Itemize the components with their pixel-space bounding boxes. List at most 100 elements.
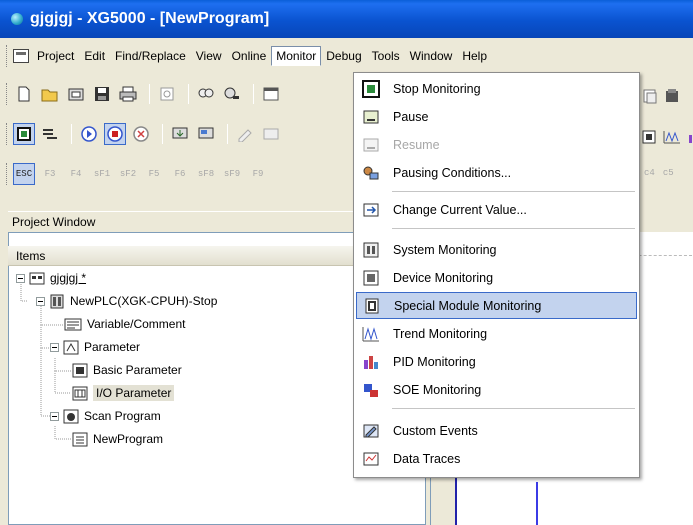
tree-node-parameter[interactable]: Parameter <box>50 337 140 357</box>
menu-item-device-monitoring[interactable]: Device Monitoring <box>356 264 637 291</box>
tree-node-label: I/O Parameter <box>93 385 175 401</box>
system-monitoring-icon <box>359 242 383 258</box>
menu-bar: Project Edit Find/Replace View Online Mo… <box>0 38 693 74</box>
menu-separator <box>392 408 635 409</box>
menu-online[interactable]: Online <box>227 46 272 66</box>
save-icon[interactable] <box>91 83 113 105</box>
connect-icon[interactable] <box>39 123 61 145</box>
menu-project[interactable]: Project <box>32 46 79 66</box>
menu-item-label: Trend Monitoring <box>393 326 488 341</box>
tree-node-basic-parameter[interactable]: Basic Parameter <box>72 360 182 380</box>
menu-separator <box>392 228 635 229</box>
tree-node-new-program[interactable]: NewProgram <box>72 429 163 449</box>
menu-item-trend-monitoring[interactable]: Trend Monitoring <box>356 320 637 347</box>
find-replace-icon[interactable] <box>221 83 243 105</box>
collapse-icon[interactable] <box>50 411 59 421</box>
tree-node-variable-comment[interactable]: Variable/Comment <box>64 314 185 334</box>
toolbar-grip <box>6 123 9 145</box>
key-c5-icon[interactable]: c5 <box>663 168 674 178</box>
esc-select-icon[interactable]: ESC <box>13 163 35 185</box>
menu-item-pid-monitoring[interactable]: PID Monitoring <box>356 348 637 375</box>
device-monitoring-icon <box>359 270 383 286</box>
clear-icon[interactable] <box>130 123 152 145</box>
menu-find-replace[interactable]: Find/Replace <box>110 46 191 66</box>
menu-monitor[interactable]: Monitor <box>271 46 322 66</box>
menu-item-custom-events[interactable]: Custom Events <box>356 417 637 444</box>
editor-rung-line <box>536 482 538 525</box>
run-icon[interactable] <box>78 123 100 145</box>
write-disabled-icon <box>260 123 282 145</box>
contact-b-icon[interactable]: F4 <box>65 163 87 185</box>
new-file-icon[interactable] <box>13 83 35 105</box>
function-icon[interactable]: F9 <box>247 163 269 185</box>
print-icon[interactable] <box>117 83 139 105</box>
collapse-icon[interactable] <box>36 296 45 306</box>
coil-icon[interactable]: sF8 <box>195 163 217 185</box>
menu-item-special-module-monitoring[interactable]: Special Module Monitoring <box>356 292 637 319</box>
io-parameter-icon <box>72 386 88 400</box>
module-icon[interactable] <box>641 129 657 148</box>
tree-node-scan-program[interactable]: Scan Program <box>50 406 161 426</box>
custom-events-icon <box>359 423 383 439</box>
positive-pulse-icon[interactable]: sF1 <box>91 163 113 185</box>
menu-item-label: Device Monitoring <box>393 270 494 285</box>
menu-edit[interactable]: Edit <box>79 46 110 66</box>
toolbar2-right-partial <box>641 129 693 148</box>
vertical-line-icon[interactable]: F6 <box>169 163 191 185</box>
copy-icon[interactable] <box>664 88 680 107</box>
menu-view[interactable]: View <box>191 46 227 66</box>
menu-item-system-monitoring[interactable]: System Monitoring <box>356 236 637 263</box>
negative-pulse-icon[interactable]: sF2 <box>117 163 139 185</box>
tree-node-plc[interactable]: NewPLC(XGK-CPUH)-Stop <box>36 291 217 311</box>
monitor-start-icon[interactable] <box>13 123 35 145</box>
plc-icon <box>50 294 64 308</box>
key-c4-icon[interactable]: c4 <box>644 168 655 178</box>
edit-disabled-icon <box>234 123 256 145</box>
tree-node-label: Basic Parameter <box>93 363 182 377</box>
basic-parameter-icon <box>72 363 88 377</box>
menu-item-pausing-conditions[interactable]: Pausing Conditions... <box>356 159 637 186</box>
menu-help[interactable]: Help <box>457 46 492 66</box>
menu-debug[interactable]: Debug <box>321 46 366 66</box>
menu-tools[interactable]: Tools <box>367 46 405 66</box>
open-project-icon[interactable] <box>65 83 87 105</box>
find-icon[interactable] <box>195 83 217 105</box>
menu-item-soe-monitoring[interactable]: SOE Monitoring <box>356 376 637 403</box>
tree-node-label: Scan Program <box>84 409 161 423</box>
soe-monitoring-icon <box>359 382 383 398</box>
inverted-coil-icon[interactable]: sF9 <box>221 163 243 185</box>
stop-icon[interactable] <box>104 123 126 145</box>
stop-monitoring-icon <box>359 79 383 98</box>
window-icon[interactable] <box>260 83 282 105</box>
contact-a-icon[interactable]: F3 <box>39 163 61 185</box>
menu-item-pause[interactable]: Pause <box>356 103 637 130</box>
collapse-icon[interactable] <box>50 342 59 352</box>
tree-node-label: Parameter <box>84 340 141 354</box>
menu-item-data-traces[interactable]: Data Traces <box>356 445 637 472</box>
toolbar-grip <box>6 83 9 105</box>
pid-monitoring-icon <box>359 354 383 370</box>
tree-node-project[interactable]: gjgjgj * <box>16 268 86 288</box>
collapse-icon[interactable] <box>16 273 25 283</box>
horizontal-line-icon[interactable]: F5 <box>143 163 165 185</box>
toolbar-grip <box>6 163 9 185</box>
pid-icon[interactable] <box>687 129 693 148</box>
paste-icon[interactable] <box>642 88 658 107</box>
download-icon[interactable] <box>169 123 191 145</box>
project-menu-icon <box>13 49 29 63</box>
monitor-menu: Stop Monitoring Pause Resume Pausing Con… <box>353 72 640 478</box>
menubar-grip <box>6 45 9 67</box>
menu-item-stop-monitoring[interactable]: Stop Monitoring <box>356 75 637 102</box>
menu-item-change-current-value[interactable]: Change Current Value... <box>356 196 637 223</box>
pausing-conditions-icon <box>359 165 383 181</box>
tree-node-io-parameter[interactable]: I/O Parameter <box>72 383 175 403</box>
open-folder-icon[interactable] <box>39 83 61 105</box>
toolbar-separator <box>188 84 189 104</box>
upload-icon[interactable] <box>195 123 217 145</box>
print-preview-icon[interactable] <box>156 83 178 105</box>
title-bar: gjgjgj - XG5000 - [NewProgram] <box>0 0 693 38</box>
menu-window[interactable]: Window <box>405 46 458 66</box>
tree-node-label: Variable/Comment <box>87 317 186 331</box>
trend-icon[interactable] <box>663 129 681 148</box>
menu-item-label: Resume <box>393 137 440 152</box>
